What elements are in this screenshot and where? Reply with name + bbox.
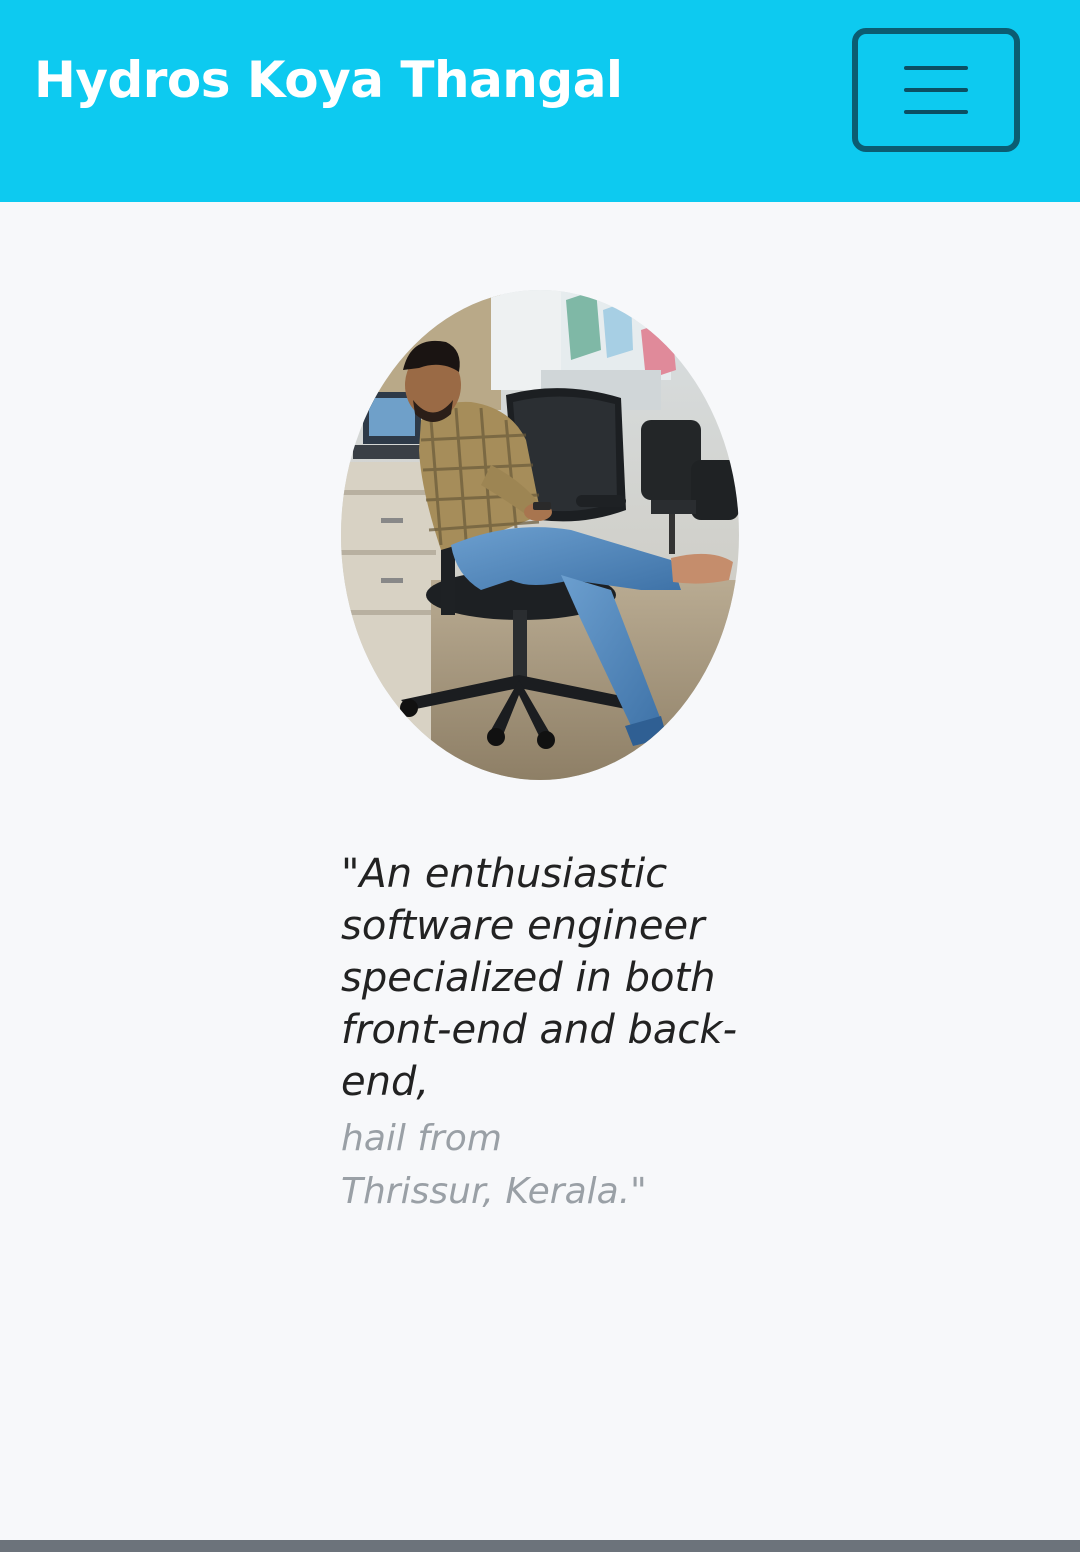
tagline-main-text: "An enthusiastic software engineer speci… [341,851,737,1105]
hamburger-menu-icon [904,66,968,114]
tagline-location-text: hail from Thrissur, Kerala." [341,1118,647,1212]
profile-photo [341,290,739,780]
bottom-scroll-edge [0,1540,1080,1552]
tagline-quote: "An enthusiastic software engineer speci… [341,848,741,1218]
navbar: Hydros Koya Thangal [0,0,1080,202]
menu-toggle-button[interactable] [852,28,1020,152]
brand-title[interactable]: Hydros Koya Thangal [34,44,623,116]
